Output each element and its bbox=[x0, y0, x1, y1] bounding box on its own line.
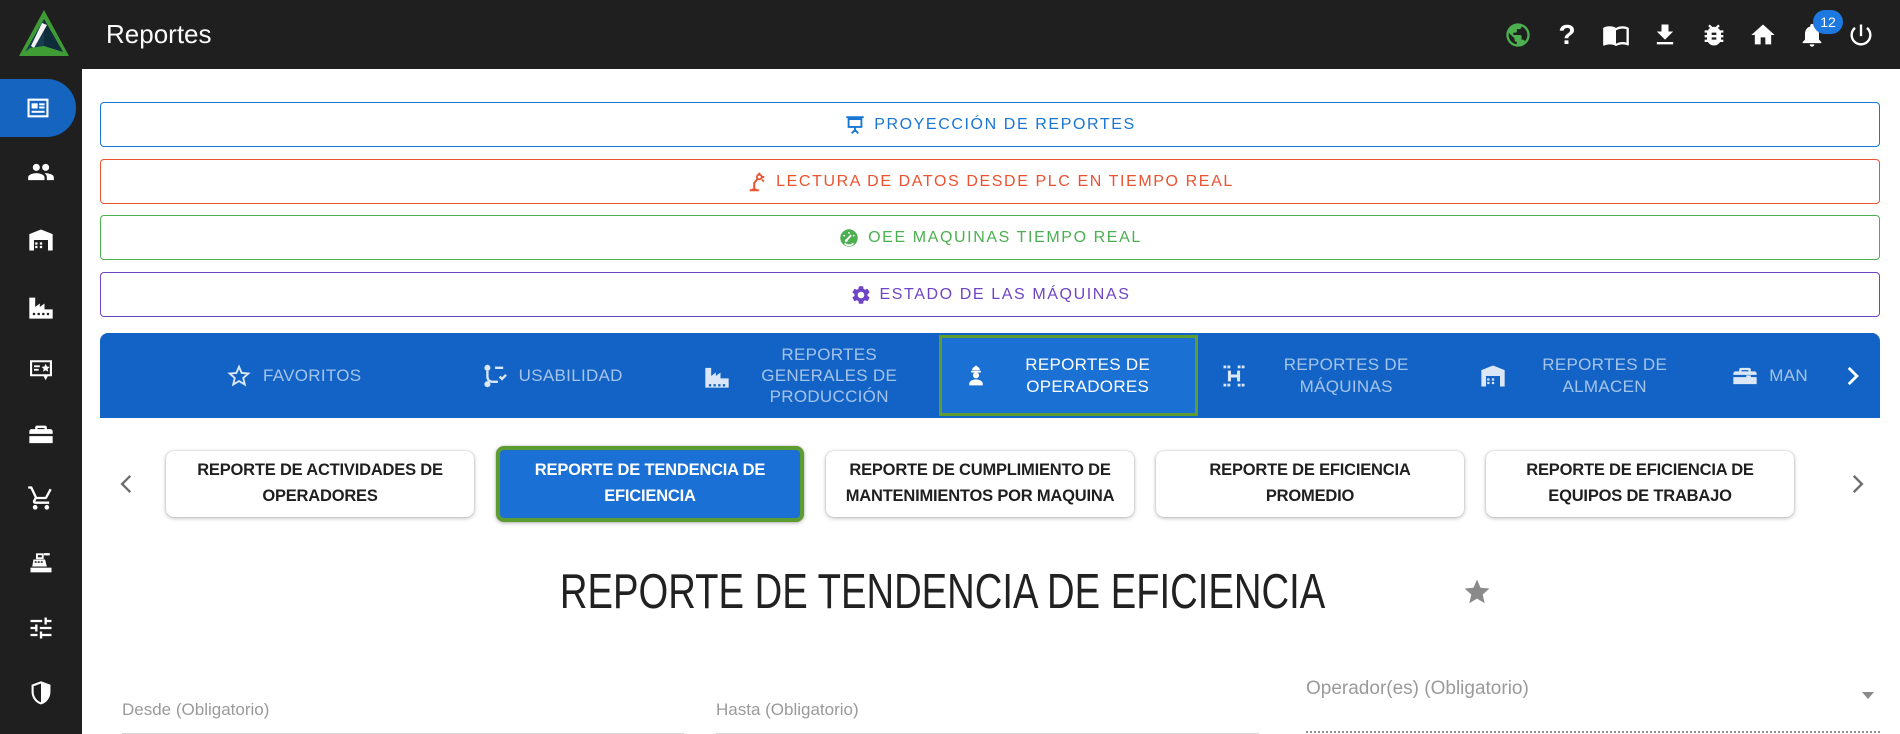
download-icon[interactable] bbox=[1650, 20, 1680, 50]
usability-path-icon bbox=[481, 362, 509, 390]
warehouse-icon bbox=[1479, 362, 1507, 390]
app-window: Reportes ? 12 bbox=[0, 0, 1900, 734]
tab-label: REPORTES DE OPERADORES bbox=[1000, 354, 1176, 397]
page-title: Reportes bbox=[106, 0, 212, 69]
report-tabs-scroll-left[interactable] bbox=[110, 464, 144, 504]
gauge-icon bbox=[838, 227, 860, 249]
banner-oee-maquinas[interactable]: OEE MAQUINAS TIEMPO REAL bbox=[100, 215, 1880, 260]
factory-icon bbox=[27, 293, 55, 321]
warehouse-icon bbox=[27, 226, 55, 254]
sidebar-item-certificates[interactable] bbox=[0, 341, 82, 399]
manual-book-icon[interactable] bbox=[1601, 20, 1631, 50]
robot-arm-icon bbox=[746, 171, 768, 193]
chevron-left-icon bbox=[114, 471, 140, 497]
report-title: REPORTE DE TENDENCIA DE EFICIENCIA bbox=[560, 564, 1325, 620]
tab-reportes-generales-produccion[interactable]: REPORTES GENERALES DE PRODUCCIÓN bbox=[681, 333, 939, 418]
shield-icon bbox=[27, 679, 55, 707]
main-content: PROYECCIÓN DE REPORTES LECTURA DE DATOS … bbox=[82, 69, 1900, 734]
operators-select-placeholder: Operador(es) (Obligatorio) bbox=[1306, 678, 1529, 700]
sidebar-item-adjustments[interactable] bbox=[0, 599, 82, 657]
select-caret-icon bbox=[1862, 692, 1874, 699]
report-tab-eficiencia-equipos[interactable]: REPORTE DE EFICIENCIA DE EQUIPOS DE TRAB… bbox=[1486, 451, 1794, 517]
projector-screen-icon bbox=[844, 114, 866, 136]
gear-icon bbox=[850, 284, 872, 306]
date-from-placeholder: Desde (Obligatorio) bbox=[122, 700, 269, 720]
help-icon[interactable]: ? bbox=[1552, 20, 1582, 50]
topbar-actions: ? 12 bbox=[1503, 0, 1876, 69]
report-title-row: REPORTE DE TENDENCIA DE EFICIENCIA bbox=[82, 564, 1862, 620]
field-underline bbox=[1306, 731, 1880, 733]
chevron-right-icon bbox=[1844, 471, 1870, 497]
report-tab-label: REPORTE DE ACTIVIDADES DE OPERADORES bbox=[180, 458, 460, 509]
notification-badge: 12 bbox=[1813, 10, 1843, 34]
date-to-placeholder: Hasta (Obligatorio) bbox=[716, 700, 859, 720]
tab-label: REPORTES DE ALMACEN bbox=[1517, 354, 1693, 397]
report-tabs-scroll-right[interactable] bbox=[1840, 464, 1874, 504]
report-tabs-row: REPORTE DE ACTIVIDADES DE OPERADORES REP… bbox=[100, 439, 1880, 529]
star-outline-icon bbox=[225, 362, 253, 390]
tune-sliders-icon bbox=[27, 614, 55, 642]
report-news-icon bbox=[24, 94, 52, 122]
bug-report-icon[interactable] bbox=[1699, 20, 1729, 50]
toolbox-icon bbox=[1731, 362, 1759, 390]
power-icon[interactable] bbox=[1846, 20, 1876, 50]
tab-reportes-de-operadores[interactable]: REPORTES DE OPERADORES bbox=[939, 335, 1198, 416]
banner-estado-maquinas[interactable]: ESTADO DE LAS MÁQUINAS bbox=[100, 272, 1880, 317]
banner-label: PROYECCIÓN DE REPORTES bbox=[874, 116, 1136, 134]
banner-proyeccion-reportes[interactable]: PROYECCIÓN DE REPORTES bbox=[100, 102, 1880, 147]
chevron-right-icon bbox=[1839, 363, 1865, 389]
sidebar-item-users[interactable] bbox=[0, 143, 82, 201]
language-globe-icon[interactable] bbox=[1503, 20, 1533, 50]
report-tab-actividades-operadores[interactable]: REPORTE DE ACTIVIDADES DE OPERADORES bbox=[166, 451, 474, 517]
logo-triangle-icon bbox=[16, 6, 72, 62]
home-icon[interactable] bbox=[1748, 20, 1778, 50]
tab-label: MAN bbox=[1769, 365, 1808, 386]
factory-icon bbox=[703, 362, 731, 390]
favorite-star-icon[interactable] bbox=[1462, 577, 1492, 607]
tab-usabilidad[interactable]: USABILIDAD bbox=[422, 333, 680, 418]
sidebar-item-reports[interactable] bbox=[0, 79, 76, 137]
cash-register-icon bbox=[27, 549, 55, 577]
tab-label: USABILIDAD bbox=[519, 365, 623, 386]
tab-label: REPORTES DE MÁQUINAS bbox=[1258, 354, 1434, 397]
report-tab-eficiencia-promedio[interactable]: REPORTE DE EFICIENCIA PROMEDIO bbox=[1156, 451, 1464, 517]
report-tab-label: REPORTE DE TENDENCIA DE EFICIENCIA bbox=[514, 458, 786, 509]
date-from-field[interactable]: Desde (Obligatorio) bbox=[122, 688, 684, 734]
operator-icon bbox=[962, 362, 990, 390]
sidebar bbox=[0, 69, 82, 734]
sidebar-item-shopping-cart[interactable] bbox=[0, 469, 82, 527]
sidebar-item-cash-register[interactable] bbox=[0, 534, 82, 592]
tab-mantenimiento-truncated[interactable]: MAN bbox=[1715, 333, 1824, 418]
report-tab-cumplimiento-mantenimientos[interactable]: REPORTE DE CUMPLIMIENTO DE MANTENIMIENTO… bbox=[826, 451, 1134, 517]
report-tab-tendencia-eficiencia[interactable]: REPORTE DE TENDENCIA DE EFICIENCIA bbox=[496, 446, 804, 522]
tabbar-scroll-right[interactable] bbox=[1824, 333, 1880, 418]
shopping-cart-icon bbox=[27, 484, 55, 512]
report-category-tabbar: FAVORITOS USABILIDAD REPORTES GENERALES … bbox=[100, 333, 1880, 418]
app-logo[interactable] bbox=[16, 6, 72, 62]
tab-label: FAVORITOS bbox=[263, 365, 361, 386]
date-to-field[interactable]: Hasta (Obligatorio) bbox=[716, 688, 1259, 734]
report-tab-label: REPORTE DE CUMPLIMIENTO DE MANTENIMIENTO… bbox=[840, 458, 1120, 509]
sidebar-item-security[interactable] bbox=[0, 664, 82, 722]
briefcase-icon bbox=[27, 421, 55, 449]
banner-label: ESTADO DE LAS MÁQUINAS bbox=[880, 286, 1131, 304]
operators-select-field[interactable]: Operador(es) (Obligatorio) bbox=[1306, 676, 1880, 734]
banner-lectura-plc[interactable]: LECTURA DE DATOS DESDE PLC EN TIEMPO REA… bbox=[100, 159, 1880, 204]
sidebar-item-briefcase[interactable] bbox=[0, 406, 82, 464]
tab-reportes-de-maquinas[interactable]: REPORTES DE MÁQUINAS bbox=[1198, 333, 1456, 418]
tab-label: REPORTES GENERALES DE PRODUCCIÓN bbox=[741, 344, 917, 408]
banner-label: LECTURA DE DATOS DESDE PLC EN TIEMPO REA… bbox=[776, 173, 1234, 191]
topbar: Reportes ? 12 bbox=[0, 0, 1900, 69]
sidebar-item-production[interactable] bbox=[0, 278, 82, 336]
tab-reportes-de-almacen[interactable]: REPORTES DE ALMACEN bbox=[1456, 333, 1714, 418]
users-icon bbox=[27, 158, 55, 186]
report-tab-label: REPORTE DE EFICIENCIA PROMEDIO bbox=[1170, 458, 1450, 509]
banner-label: OEE MAQUINAS TIEMPO REAL bbox=[868, 229, 1142, 247]
report-tab-label: REPORTE DE EFICIENCIA DE EQUIPOS DE TRAB… bbox=[1500, 458, 1780, 509]
certificate-icon bbox=[27, 356, 55, 384]
machine-icon bbox=[1220, 362, 1248, 390]
notifications-bell-icon[interactable]: 12 bbox=[1797, 20, 1827, 50]
sidebar-item-warehouse[interactable] bbox=[0, 211, 82, 269]
tab-favoritos[interactable]: FAVORITOS bbox=[164, 333, 422, 418]
